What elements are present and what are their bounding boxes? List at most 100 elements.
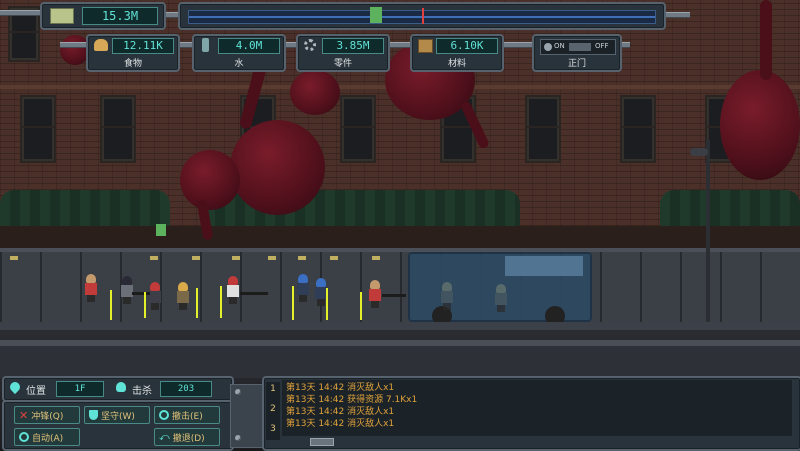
survivor-soldier[interactable] bbox=[176, 282, 190, 310]
resource-materials: 6.10K 材料 bbox=[410, 34, 504, 72]
cash-icon bbox=[50, 8, 74, 24]
wall-light bbox=[150, 256, 158, 260]
window bbox=[340, 95, 376, 163]
gate-off-label: OFF bbox=[595, 42, 609, 50]
rifle bbox=[382, 294, 406, 297]
street-lamp-head bbox=[690, 148, 708, 156]
window bbox=[20, 95, 56, 163]
log-tab-column: 1 2 3 bbox=[266, 382, 280, 440]
rifle bbox=[240, 292, 268, 295]
resource-food: 12.11K 食物 bbox=[86, 34, 180, 72]
infestation-growth bbox=[230, 120, 325, 215]
gate-switch-knob bbox=[569, 43, 591, 51]
buff-effect bbox=[360, 292, 362, 320]
log-line: 第13天 14:42 消灭敌人x1 bbox=[286, 383, 395, 393]
infestation-growth bbox=[290, 70, 340, 115]
cross-icon: ✕ bbox=[19, 408, 29, 422]
position-value: 1F bbox=[56, 381, 104, 397]
target-icon bbox=[19, 432, 29, 442]
awning bbox=[0, 190, 170, 226]
log-tab-2[interactable]: 2 bbox=[268, 404, 278, 414]
kills-value: 203 bbox=[160, 381, 212, 397]
bolt bbox=[235, 389, 241, 395]
money-panel: 15.3M bbox=[40, 2, 166, 30]
zombie-wave-icon bbox=[370, 7, 382, 23]
bread-icon bbox=[94, 39, 108, 51]
log-scrollbar[interactable] bbox=[310, 438, 334, 446]
hold-button[interactable]: 坚守(W) bbox=[84, 406, 150, 424]
wall-light bbox=[10, 256, 18, 260]
parts-label: 零件 bbox=[333, 59, 352, 69]
zombie[interactable] bbox=[494, 284, 508, 312]
infestation-growth bbox=[720, 70, 800, 180]
wall-light bbox=[372, 256, 380, 260]
wall-light bbox=[268, 256, 276, 260]
gate-on-indicator bbox=[544, 43, 552, 51]
message-log-panel: 1 2 3 第13天 14:42 消灭敌人x1 第13天 14:42 获得资源 … bbox=[262, 376, 800, 451]
hud-connector bbox=[230, 384, 266, 448]
wall-light bbox=[330, 256, 338, 260]
retreat-button[interactable]: ⤺ 撤退(D) bbox=[154, 428, 220, 446]
buff-effect bbox=[144, 292, 146, 318]
bus-window bbox=[505, 256, 583, 276]
food-label: 食物 bbox=[123, 59, 142, 69]
survivor-soldier[interactable] bbox=[368, 280, 382, 308]
charge-button[interactable]: ✕ 冲锋(Q) bbox=[14, 406, 80, 424]
log-line: 第13天 14:42 获得资源 7.1Kx1 bbox=[286, 395, 418, 405]
storefront bbox=[0, 226, 800, 250]
street-lamp bbox=[706, 140, 710, 325]
kills-label: 击杀 bbox=[132, 386, 152, 397]
gate-panel: ON OFF 正门 bbox=[532, 34, 622, 72]
wall-light bbox=[298, 256, 306, 260]
parts-value: 3.85M bbox=[322, 38, 384, 54]
water-label: 水 bbox=[234, 59, 244, 69]
wave-progress-panel bbox=[178, 2, 666, 30]
bolt bbox=[235, 435, 241, 441]
survivor-soldier[interactable] bbox=[84, 274, 98, 302]
survivor-soldier[interactable] bbox=[148, 282, 162, 310]
awning bbox=[660, 190, 800, 226]
buff-effect bbox=[220, 286, 222, 318]
log-tab-1[interactable]: 1 bbox=[268, 384, 278, 394]
rifle bbox=[132, 292, 150, 295]
resource-water: 4.0M 水 bbox=[192, 34, 286, 72]
window bbox=[620, 95, 656, 163]
skull-icon bbox=[116, 382, 126, 392]
log-line: 第13天 14:42 消灭敌人x1 bbox=[286, 407, 395, 417]
survivor-soldier[interactable] bbox=[296, 274, 310, 302]
retreat-icon: ⤺ bbox=[159, 431, 170, 443]
materials-value: 6.10K bbox=[436, 38, 498, 54]
food-value: 12.11K bbox=[112, 38, 174, 54]
position-label: 位置 bbox=[26, 386, 46, 397]
money-value: 15.3M bbox=[82, 7, 158, 25]
gate-toggle[interactable]: ON OFF bbox=[540, 39, 616, 55]
auto-label: 自动(A) bbox=[32, 433, 64, 444]
auto-button[interactable]: 自动(A) bbox=[14, 428, 80, 446]
buff-effect bbox=[326, 288, 328, 320]
top-pipe bbox=[0, 10, 40, 16]
log-tab-3[interactable]: 3 bbox=[268, 424, 278, 434]
strike-button[interactable]: 撤击(E) bbox=[154, 406, 220, 424]
infestation-tendril bbox=[760, 0, 772, 80]
window bbox=[525, 95, 561, 163]
survivor-soldier[interactable] bbox=[226, 276, 240, 304]
gate-label: 正门 bbox=[567, 59, 586, 69]
zombie[interactable] bbox=[440, 282, 454, 310]
status-panel: 位置 1F 击杀 203 bbox=[2, 376, 234, 402]
water-bottle-icon bbox=[202, 38, 209, 52]
road bbox=[0, 346, 800, 378]
hold-label: 坚守(W) bbox=[101, 411, 135, 422]
scout-creature bbox=[156, 224, 166, 236]
infestation-growth bbox=[180, 150, 240, 210]
water-value: 4.0M bbox=[218, 38, 280, 54]
strike-label: 撤击(E) bbox=[172, 411, 203, 422]
materials-label: 材料 bbox=[447, 59, 466, 69]
barricade-top bbox=[0, 248, 800, 252]
survivor-soldier[interactable] bbox=[120, 276, 134, 304]
window bbox=[100, 95, 136, 163]
wall-light bbox=[232, 256, 240, 260]
command-panel: ✕ 冲锋(Q) 坚守(W) 撤击(E) 自动(A) ⤺ 撤退(D) bbox=[2, 400, 234, 451]
retreat-label: 撤退(D) bbox=[172, 433, 205, 444]
buff-effect bbox=[110, 290, 112, 320]
gear-icon bbox=[304, 39, 316, 51]
